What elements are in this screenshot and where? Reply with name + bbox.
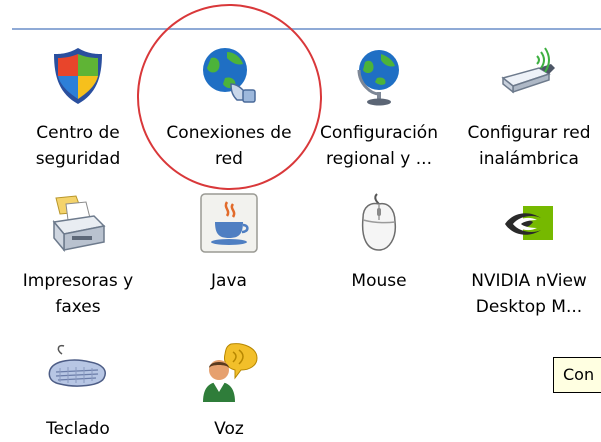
item-label: Voz (214, 419, 244, 439)
item-label: Centro de seguridad (35, 123, 121, 169)
wireless-adapter-icon (497, 44, 561, 108)
item-configurar-red-inalambrica[interactable]: Configurar red inalámbrica (459, 44, 599, 172)
item-label: Impresoras y faxes (22, 271, 134, 317)
header-divider (12, 28, 601, 30)
java-icon (197, 192, 261, 256)
item-label: Java (211, 271, 247, 291)
item-nvidia-nview[interactable]: NVIDIA nView Desktop M... (459, 192, 599, 320)
item-label: Configuración regional y ... (320, 123, 438, 169)
shield-icon (46, 44, 110, 108)
item-label: Teclado (46, 419, 110, 439)
globe-stand-icon (347, 44, 411, 108)
item-impresoras-y-faxes[interactable]: Impresoras y faxes (8, 192, 148, 320)
speech-icon (197, 340, 261, 404)
item-label: Configurar red inalámbrica (467, 123, 591, 169)
item-conexiones-de-red[interactable]: Conexiones de red (159, 44, 299, 172)
printer-icon (46, 192, 110, 256)
item-label: NVIDIA nView Desktop M... (471, 271, 587, 317)
keyboard-icon (46, 340, 110, 404)
item-java[interactable]: Java (159, 192, 299, 294)
item-voz[interactable]: Voz (159, 340, 299, 442)
mouse-icon (347, 192, 411, 256)
item-label: Conexiones de red (166, 123, 292, 169)
item-label: Mouse (351, 271, 407, 291)
item-mouse[interactable]: Mouse (309, 192, 449, 294)
item-configuracion-regional[interactable]: Configuración regional y ... (309, 44, 449, 172)
item-centro-de-seguridad[interactable]: Centro de seguridad (8, 44, 148, 172)
nvidia-icon (497, 192, 561, 256)
item-teclado[interactable]: Teclado (8, 340, 148, 442)
network-globe-icon (197, 44, 261, 108)
tooltip: Con (553, 357, 601, 393)
